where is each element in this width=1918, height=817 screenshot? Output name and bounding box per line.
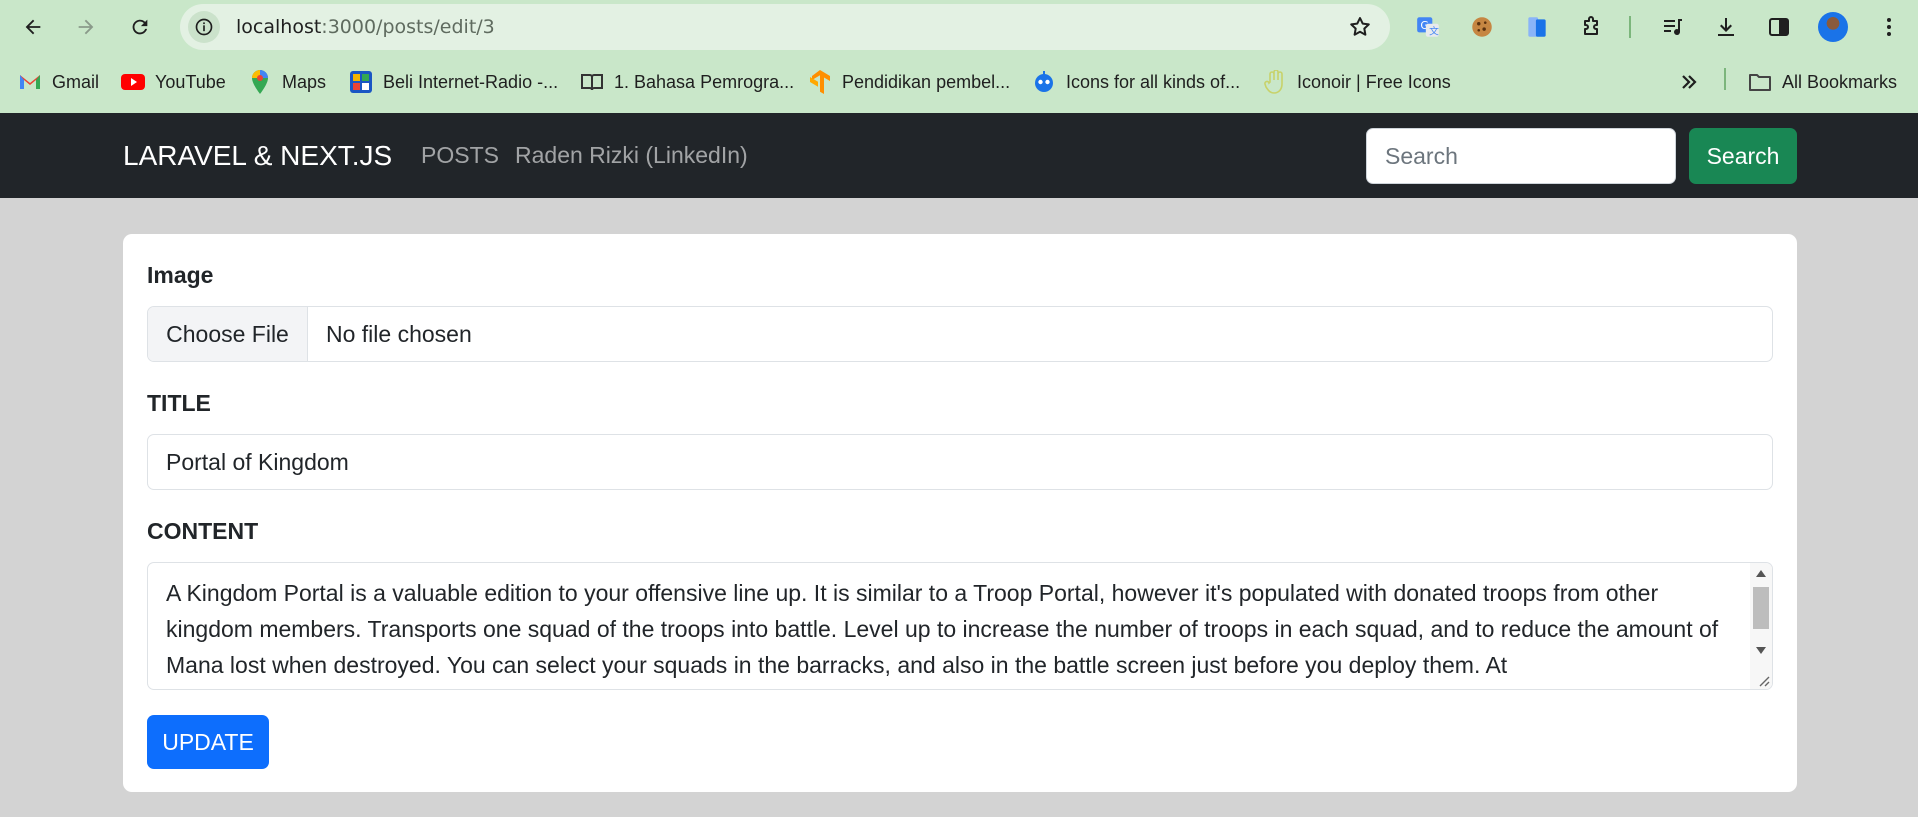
bookmark-pendidikan[interactable]: Pendidikan pembel... [808,68,1010,96]
bookmark-gmail[interactable]: Gmail [18,68,99,96]
bookmark-youtube[interactable]: YouTube [121,68,226,96]
chevron-double-right-icon [1677,70,1701,94]
search-input[interactable] [1366,128,1676,184]
arrow-left-icon [25,19,41,35]
title-input[interactable] [147,434,1773,490]
bookmark-bahasa[interactable]: 1. Bahasa Pemrogra... [580,68,794,96]
scroll-up-arrow-icon[interactable] [1756,570,1766,577]
google-translate-icon[interactable]: G文 [1413,12,1443,42]
url-text[interactable]: localhost:3000/posts/edit/3 [236,4,495,50]
tab-resize-icon[interactable] [1522,12,1552,42]
file-status-text: No file chosen [326,320,472,347]
choose-file-button[interactable]: Choose File [148,307,308,361]
radio-icon [349,70,373,94]
bookmark-iconoir[interactable]: Iconoir | Free Icons [1263,68,1451,96]
gmail-icon [18,70,42,94]
svg-text:文: 文 [1429,25,1439,38]
bookmark-icons[interactable]: Icons for all kinds of... [1032,68,1240,96]
url-path: :3000/posts/edit/3 [321,16,495,38]
resize-handle-icon[interactable] [1756,673,1770,687]
back-button[interactable] [16,10,50,44]
maps-icon [248,70,272,94]
content-label: CONTENT [147,518,259,544]
nav-link-posts[interactable]: POSTS [421,113,499,198]
download-icon[interactable] [1711,12,1741,42]
bookmark-label: Pendidikan pembel... [842,71,1011,92]
extensions-puzzle-icon[interactable] [1577,12,1607,42]
book-icon [580,70,604,94]
cookie-icon[interactable] [1467,12,1497,42]
image-file-input[interactable]: Choose File No file chosen [147,306,1773,362]
nav-link-linkedin[interactable]: Raden Rizki (LinkedIn) [515,113,748,198]
bookmark-star-icon[interactable] [1348,15,1372,44]
browser-chrome: localhost:3000/posts/edit/3 G文 Gmail You… [0,0,1918,113]
edit-post-card: Image Choose File No file chosen TITLE C… [123,234,1797,792]
textarea-scrollbar[interactable] [1750,563,1772,689]
bookmarks-bar: Gmail YouTube Maps Beli Internet-Radio -… [0,62,1918,102]
reload-button[interactable] [123,10,157,44]
content-text: A Kingdom Portal is a valuable edition t… [166,580,1719,678]
image-label: Image [147,262,214,288]
bookmark-label: Iconoir | Free Icons [1297,71,1451,92]
side-panel-icon[interactable] [1764,12,1794,42]
bookmark-label: Beli Internet-Radio -... [383,71,559,92]
title-label: TITLE [147,390,211,416]
youtube-icon [121,70,145,94]
update-button[interactable]: UPDATE [147,715,269,769]
bookmark-radio[interactable]: Beli Internet-Radio -... [349,68,558,96]
bookmark-maps[interactable]: Maps [248,68,326,96]
site-info-icon[interactable] [188,11,220,43]
content-textarea[interactable]: A Kingdom Portal is a valuable edition t… [147,562,1773,690]
search-button[interactable]: Search [1689,128,1797,184]
reload-icon [132,19,148,35]
scroll-down-arrow-icon[interactable] [1756,647,1766,654]
url-host: localhost [236,16,322,38]
bookmark-label: YouTube [155,71,226,92]
bookmark-label: Gmail [52,71,100,92]
bookmark-label: Icons for all kinds of... [1066,71,1241,92]
scrollbar-thumb[interactable] [1753,587,1769,629]
folder-icon [1748,70,1772,94]
media-queue-icon[interactable] [1658,12,1688,42]
hand-icon [1263,70,1287,94]
profile-avatar[interactable] [1818,12,1848,42]
menu-kebab-icon[interactable] [1874,12,1904,42]
toolbar-separator [1629,16,1631,38]
all-bookmarks-label: All Bookmarks [1782,71,1898,92]
navbar-brand[interactable]: LARAVEL & NEXT.JS [123,113,392,198]
tensorflow-icon [808,70,832,94]
robot-icon [1032,70,1056,94]
app-navbar: LARAVEL & NEXT.JS POSTS Raden Rizki (Lin… [0,113,1918,198]
arrow-right-icon [78,19,94,35]
address-bar[interactable]: localhost:3000/posts/edit/3 [180,4,1390,50]
bookmarks-separator [1724,68,1726,90]
all-bookmarks-button[interactable]: All Bookmarks [1748,68,1897,96]
bookmarks-overflow-button[interactable] [1677,68,1711,96]
forward-button[interactable] [69,10,103,44]
browser-toolbar: localhost:3000/posts/edit/3 G文 [0,0,1918,54]
bookmark-label: Maps [282,71,327,92]
bookmark-label: 1. Bahasa Pemrogra... [614,71,795,92]
